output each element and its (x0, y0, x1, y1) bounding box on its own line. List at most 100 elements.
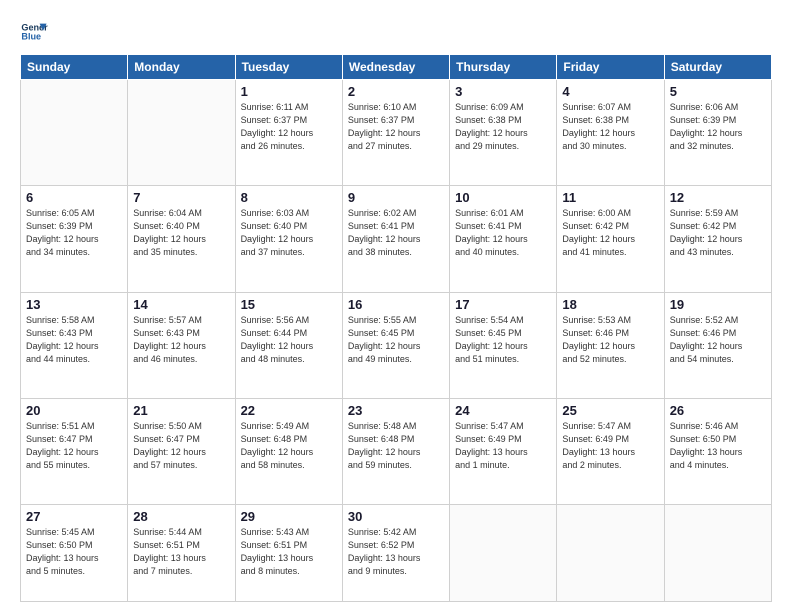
day-number: 9 (348, 190, 444, 205)
calendar-cell: 20 Sunrise: 5:51 AM Sunset: 6:47 PM Dayli… (21, 398, 128, 504)
day-number: 3 (455, 84, 551, 99)
calendar-cell: 26Sunrise: 5:46 AM Sunset: 6:50 PM Dayli… (664, 398, 771, 504)
day-info: Sunrise: 5:49 AM Sunset: 6:48 PM Dayligh… (241, 420, 337, 472)
day-number: 12 (670, 190, 766, 205)
day-info: Sunrise: 6:00 AM Sunset: 6:42 PM Dayligh… (562, 207, 658, 259)
calendar-cell: 25 Sunrise: 5:47 AM Sunset: 6:49 PM Dayli… (557, 398, 664, 504)
svg-text:Blue: Blue (21, 32, 41, 42)
day-number: 24 (455, 403, 551, 418)
day-number: 20 (26, 403, 122, 418)
calendar-cell: 11 Sunrise: 6:00 AM Sunset: 6:42 PM Dayli… (557, 186, 664, 292)
calendar-cell: 30 Sunrise: 5:42 AM Sunset: 6:52 PM Dayli… (342, 505, 449, 602)
logo: General Blue (20, 18, 48, 46)
calendar-cell: 24Sunrise: 5:47 AM Sunset: 6:49 PM Dayli… (450, 398, 557, 504)
day-info: Sunrise: 5:52 AM Sunset: 6:46 PM Dayligh… (670, 314, 766, 366)
day-info: Sunrise: 5:50 AM Sunset: 6:47 PM Dayligh… (133, 420, 229, 472)
day-number: 1 (241, 84, 337, 99)
week-row-1: 1Sunrise: 6:11 AM Sunset: 6:37 PM Daylig… (21, 80, 772, 186)
calendar-cell: 2Sunrise: 6:10 AM Sunset: 6:37 PM Daylig… (342, 80, 449, 186)
weekday-friday: Friday (557, 55, 664, 80)
calendar-cell: 3 Sunrise: 6:09 AM Sunset: 6:38 PM Daylig… (450, 80, 557, 186)
day-number: 25 (562, 403, 658, 418)
calendar-cell (450, 505, 557, 602)
day-number: 27 (26, 509, 122, 524)
day-number: 8 (241, 190, 337, 205)
calendar-cell: 28 Sunrise: 5:44 AM Sunset: 6:51 PM Dayli… (128, 505, 235, 602)
day-info: Sunrise: 6:02 AM Sunset: 6:41 PM Dayligh… (348, 207, 444, 259)
calendar-page: General Blue SundayMondayTuesdayWednesda… (0, 0, 792, 612)
calendar-cell: 15 Sunrise: 5:56 AM Sunset: 6:44 PM Dayli… (235, 292, 342, 398)
calendar-cell: 29Sunrise: 5:43 AM Sunset: 6:51 PM Dayli… (235, 505, 342, 602)
day-info: Sunrise: 6:09 AM Sunset: 6:38 PM Dayligh… (455, 101, 551, 153)
day-info: Sunrise: 5:45 AM Sunset: 6:50 PM Dayligh… (26, 526, 122, 578)
day-number: 21 (133, 403, 229, 418)
calendar-cell: 5 Sunrise: 6:06 AM Sunset: 6:39 PM Daylig… (664, 80, 771, 186)
day-info: Sunrise: 5:58 AM Sunset: 6:43 PM Dayligh… (26, 314, 122, 366)
day-number: 30 (348, 509, 444, 524)
weekday-header-row: SundayMondayTuesdayWednesdayThursdayFrid… (21, 55, 772, 80)
calendar-cell: 22 Sunrise: 5:49 AM Sunset: 6:48 PM Dayli… (235, 398, 342, 504)
calendar-cell: 10Sunrise: 6:01 AM Sunset: 6:41 PM Dayli… (450, 186, 557, 292)
day-number: 17 (455, 297, 551, 312)
day-info: Sunrise: 5:42 AM Sunset: 6:52 PM Dayligh… (348, 526, 444, 578)
calendar-cell (21, 80, 128, 186)
calendar-cell: 18 Sunrise: 5:53 AM Sunset: 6:46 PM Dayli… (557, 292, 664, 398)
calendar-cell (557, 505, 664, 602)
weekday-saturday: Saturday (664, 55, 771, 80)
day-info: Sunrise: 5:48 AM Sunset: 6:48 PM Dayligh… (348, 420, 444, 472)
day-info: Sunrise: 6:05 AM Sunset: 6:39 PM Dayligh… (26, 207, 122, 259)
day-number: 14 (133, 297, 229, 312)
weekday-tuesday: Tuesday (235, 55, 342, 80)
calendar-cell (664, 505, 771, 602)
day-info: Sunrise: 6:07 AM Sunset: 6:38 PM Dayligh… (562, 101, 658, 153)
calendar-table: SundayMondayTuesdayWednesdayThursdayFrid… (20, 54, 772, 602)
calendar-cell: 4 Sunrise: 6:07 AM Sunset: 6:38 PM Daylig… (557, 80, 664, 186)
day-info: Sunrise: 6:06 AM Sunset: 6:39 PM Dayligh… (670, 101, 766, 153)
day-info: Sunrise: 5:53 AM Sunset: 6:46 PM Dayligh… (562, 314, 658, 366)
day-number: 28 (133, 509, 229, 524)
day-info: Sunrise: 6:01 AM Sunset: 6:41 PM Dayligh… (455, 207, 551, 259)
header: General Blue (20, 18, 772, 46)
day-number: 11 (562, 190, 658, 205)
day-number: 4 (562, 84, 658, 99)
day-info: Sunrise: 5:56 AM Sunset: 6:44 PM Dayligh… (241, 314, 337, 366)
logo-icon: General Blue (20, 18, 48, 46)
day-number: 18 (562, 297, 658, 312)
day-info: Sunrise: 5:57 AM Sunset: 6:43 PM Dayligh… (133, 314, 229, 366)
day-info: Sunrise: 5:44 AM Sunset: 6:51 PM Dayligh… (133, 526, 229, 578)
calendar-cell: 13 Sunrise: 5:58 AM Sunset: 6:43 PM Dayli… (21, 292, 128, 398)
calendar-cell: 1Sunrise: 6:11 AM Sunset: 6:37 PM Daylig… (235, 80, 342, 186)
day-number: 22 (241, 403, 337, 418)
calendar-cell: 6 Sunrise: 6:05 AM Sunset: 6:39 PM Daylig… (21, 186, 128, 292)
week-row-3: 13 Sunrise: 5:58 AM Sunset: 6:43 PM Dayli… (21, 292, 772, 398)
day-number: 13 (26, 297, 122, 312)
calendar-cell: 12Sunrise: 5:59 AM Sunset: 6:42 PM Dayli… (664, 186, 771, 292)
week-row-4: 20 Sunrise: 5:51 AM Sunset: 6:47 PM Dayli… (21, 398, 772, 504)
day-info: Sunrise: 5:47 AM Sunset: 6:49 PM Dayligh… (562, 420, 658, 472)
calendar-body: 1Sunrise: 6:11 AM Sunset: 6:37 PM Daylig… (21, 80, 772, 602)
calendar-cell: 7 Sunrise: 6:04 AM Sunset: 6:40 PM Daylig… (128, 186, 235, 292)
weekday-sunday: Sunday (21, 55, 128, 80)
day-info: Sunrise: 5:51 AM Sunset: 6:47 PM Dayligh… (26, 420, 122, 472)
day-info: Sunrise: 6:10 AM Sunset: 6:37 PM Dayligh… (348, 101, 444, 153)
day-number: 7 (133, 190, 229, 205)
week-row-2: 6 Sunrise: 6:05 AM Sunset: 6:39 PM Daylig… (21, 186, 772, 292)
week-row-5: 27 Sunrise: 5:45 AM Sunset: 6:50 PM Dayli… (21, 505, 772, 602)
day-number: 19 (670, 297, 766, 312)
calendar-cell: 8 Sunrise: 6:03 AM Sunset: 6:40 PM Daylig… (235, 186, 342, 292)
day-info: Sunrise: 6:03 AM Sunset: 6:40 PM Dayligh… (241, 207, 337, 259)
calendar-cell (128, 80, 235, 186)
calendar-cell: 14 Sunrise: 5:57 AM Sunset: 6:43 PM Dayli… (128, 292, 235, 398)
day-info: Sunrise: 5:55 AM Sunset: 6:45 PM Dayligh… (348, 314, 444, 366)
day-number: 15 (241, 297, 337, 312)
day-info: Sunrise: 5:54 AM Sunset: 6:45 PM Dayligh… (455, 314, 551, 366)
weekday-thursday: Thursday (450, 55, 557, 80)
weekday-wednesday: Wednesday (342, 55, 449, 80)
day-info: Sunrise: 6:04 AM Sunset: 6:40 PM Dayligh… (133, 207, 229, 259)
day-number: 6 (26, 190, 122, 205)
day-number: 29 (241, 509, 337, 524)
day-number: 23 (348, 403, 444, 418)
day-number: 5 (670, 84, 766, 99)
calendar-cell: 16Sunrise: 5:55 AM Sunset: 6:45 PM Dayli… (342, 292, 449, 398)
calendar-cell: 17 Sunrise: 5:54 AM Sunset: 6:45 PM Dayli… (450, 292, 557, 398)
